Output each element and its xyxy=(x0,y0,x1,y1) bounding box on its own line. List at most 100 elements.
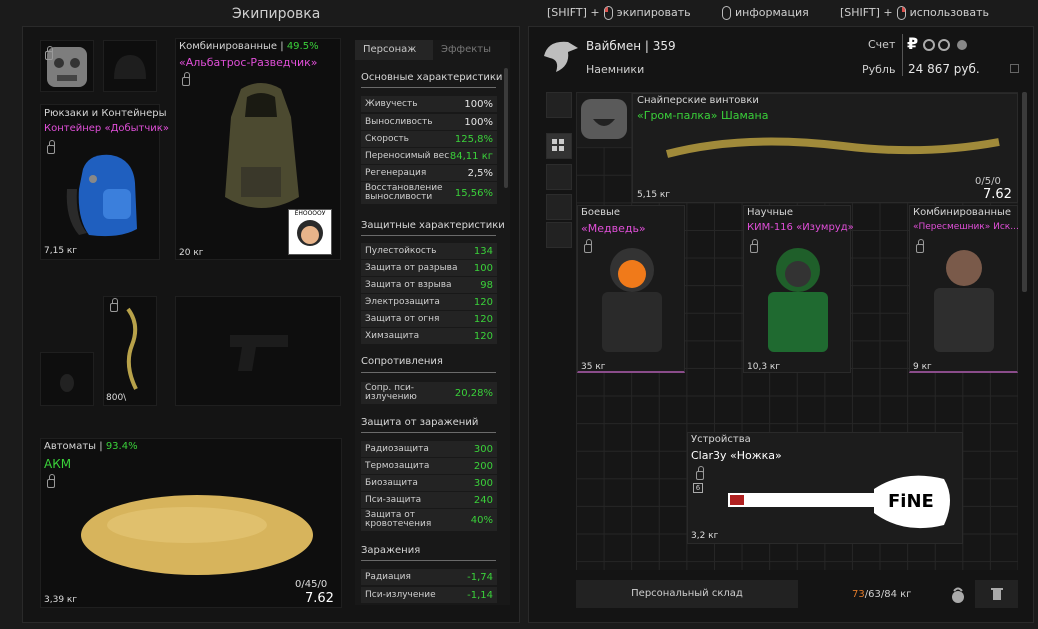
artifact-icon xyxy=(126,307,138,390)
stat-row: Восстановление выносливости 15,56% xyxy=(361,182,497,204)
rifle-ammo: 0/45/0 xyxy=(295,579,328,590)
stat-row: Пулестойкость 134 xyxy=(361,243,497,259)
combat-suit-icon xyxy=(602,248,662,352)
section-title: Основные характеристики xyxy=(361,72,503,83)
stats-panel: Персонаж Эффекты Основные характеристики… xyxy=(355,40,510,605)
combat-category: Боевые xyxy=(581,207,621,218)
stat-row: Защита от огня 120 xyxy=(361,311,497,327)
divider xyxy=(361,372,496,373)
weight-icon[interactable] xyxy=(946,583,970,607)
personal-stash-button[interactable]: Персональный склад xyxy=(576,580,798,608)
stat-row: Радиозащита 300 xyxy=(361,441,497,457)
info-icon[interactable] xyxy=(1010,64,1019,73)
combined-weight: 9 кг xyxy=(913,362,932,372)
account-label: Счет xyxy=(868,38,896,51)
backpack-weight: 7,15 кг xyxy=(44,246,78,256)
rifle-name: АКМ xyxy=(44,457,72,471)
mouse-left-icon xyxy=(603,6,613,20)
tab-character[interactable]: Персонаж xyxy=(355,40,433,60)
backpack-slot[interactable]: Рюкзаки и Контейнеры Контейнер «Добытчик… xyxy=(40,104,169,260)
currency-icons[interactable] xyxy=(922,38,972,52)
device-level-badge: 6 xyxy=(693,483,703,493)
stat-row: Переносимый вес 84,11 кг xyxy=(361,148,497,164)
inventory-scrollbar[interactable] xyxy=(1022,92,1027,292)
science-weight: 10,3 кг xyxy=(747,362,781,372)
armor-filter-icon[interactable] xyxy=(546,164,572,190)
trash-icon xyxy=(991,588,1003,600)
stat-row: Электрозащита 120 xyxy=(361,294,497,310)
armor-name: «Альбатрос-Разведчик» xyxy=(179,56,318,69)
misc-filter-icon[interactable] xyxy=(546,222,572,248)
armor-weight: 20 кг xyxy=(179,248,204,258)
stat-row: Защита от взрыва 98 xyxy=(361,277,497,293)
lock-icon xyxy=(47,140,55,154)
mask-slot[interactable] xyxy=(40,40,94,92)
science-suit-icon xyxy=(768,248,828,352)
weapon-filter-icon[interactable] xyxy=(546,194,572,220)
inventory-item-combined-suit[interactable]: Комбинированные «Пересмешник» Иск... 9 к… xyxy=(909,205,1019,373)
artifact-slot[interactable]: 800\ xyxy=(103,296,157,406)
sniper-ammo: 0/5/0 xyxy=(975,176,1001,187)
lock-icon xyxy=(45,46,53,60)
sniper-weight: 5,15 кг xyxy=(637,190,671,200)
inventory-item-device[interactable]: Устройства Clar3y «Ножка» 6 FiNE 3,2 кг xyxy=(687,432,963,544)
face-sticker-icon xyxy=(297,220,323,246)
hint-info: информация xyxy=(718,6,809,20)
mouth-mask-icon xyxy=(581,99,627,139)
lock-icon xyxy=(584,239,592,253)
helmet-slot[interactable] xyxy=(103,40,157,92)
stat-row: Химзащита 120 xyxy=(361,328,497,344)
trash-button[interactable] xyxy=(975,580,1018,608)
divider xyxy=(361,560,496,561)
divider xyxy=(361,87,496,88)
weight-indicator: 73/63/84 кг xyxy=(852,589,912,600)
pistol-placeholder-icon xyxy=(230,335,288,371)
window-title: Экипировка xyxy=(232,6,321,22)
inventory-item-mask[interactable] xyxy=(577,93,631,147)
ruble-icon[interactable]: ₽ xyxy=(907,34,918,53)
sniper-caliber: 7.62 xyxy=(983,187,1012,202)
lock-icon xyxy=(750,239,758,253)
rifle-weight: 3,39 кг xyxy=(44,595,78,605)
trader-faction: Наемники xyxy=(586,63,645,76)
stat-row: Сопр. пси-излучению 20,28% xyxy=(361,382,497,404)
potato-icon xyxy=(81,495,313,575)
stat-row: Защита от разрыва 100 xyxy=(361,260,497,276)
grid-glyph xyxy=(552,139,564,151)
stat-row: Пси-защита 240 xyxy=(361,492,497,508)
grid-icon[interactable] xyxy=(546,133,572,159)
tab-effects[interactable]: Эффекты xyxy=(433,40,510,60)
combat-weight: 35 кг xyxy=(581,362,606,372)
armor-category: Комбинированные | 49.5% xyxy=(179,41,319,52)
artifact-weight: 800\ xyxy=(106,393,127,403)
inventory-item-sniper[interactable]: Снайперские винтовки «Гром-палка» Шамана… xyxy=(632,93,1018,203)
mouse-icon xyxy=(722,6,731,20)
currency-label: Рубль xyxy=(862,63,896,76)
grenade-slot[interactable] xyxy=(40,352,94,406)
hint-equip: [SHIFT] + экипировать xyxy=(547,6,691,20)
inventory-item-science-suit[interactable]: Научные КИМ-116 «Изумруд» 10,3 кг xyxy=(743,205,854,373)
pistol-slot[interactable] xyxy=(175,296,341,406)
stat-row: Защита от кровотечения 40% xyxy=(361,509,497,531)
stats-scrollbar[interactable] xyxy=(504,68,508,188)
sniper-stick-icon xyxy=(665,137,1000,158)
balance: 24 867 руб. xyxy=(908,62,980,76)
armor-icon xyxy=(225,83,299,208)
armor-badge: ЁНООООУ xyxy=(288,209,332,255)
stat-row: Термозащита 200 xyxy=(361,458,497,474)
primary-weapon-slot[interactable]: Автоматы | 93.4% АКМ 3,39 кг 0/45/0 7.62 xyxy=(40,438,342,608)
stat-row: Регенерация 2,5% xyxy=(361,165,497,181)
inventory-item-combat-armor[interactable]: Боевые «Медведь» 35 кг xyxy=(577,205,685,373)
section-title: Защитные характеристики xyxy=(361,220,505,231)
armor-slot[interactable]: Комбинированные | 49.5% «Альбатрос-Разве… xyxy=(175,38,341,260)
trader-name: Вайбмен | 359 xyxy=(586,39,676,53)
divider xyxy=(361,235,496,236)
backpack-name: Контейнер «Добытчик» xyxy=(44,123,169,134)
sniper-name: «Гром-палка» Шамана xyxy=(637,109,769,122)
sort-icon[interactable] xyxy=(546,92,572,118)
lock-icon xyxy=(47,474,55,488)
combined-category: Комбинированные xyxy=(913,207,1012,218)
rifle-category: Автоматы | 93.4% xyxy=(44,441,138,452)
helmet-placeholder-icon xyxy=(114,55,146,79)
device-weight: 3,2 кг xyxy=(691,531,719,541)
